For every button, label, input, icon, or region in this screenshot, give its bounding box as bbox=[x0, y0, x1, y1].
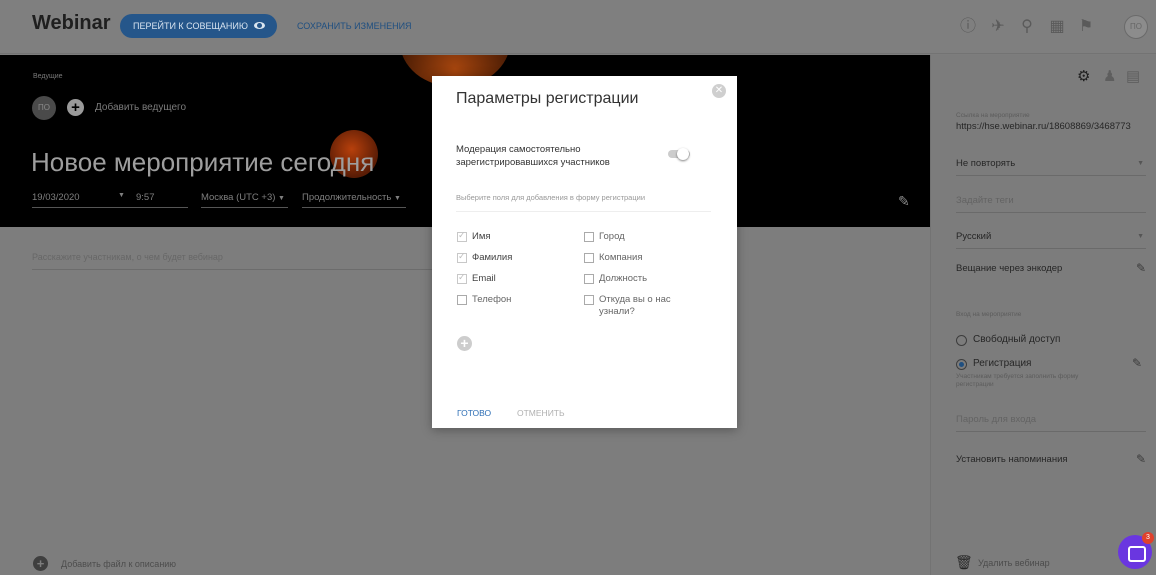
checkbox-label: Email bbox=[472, 273, 496, 284]
alert-icon[interactable]: ⓘ bbox=[957, 16, 979, 38]
checkbox[interactable] bbox=[457, 251, 467, 263]
add-host-link[interactable]: Добавить ведущего bbox=[95, 102, 186, 113]
registration-hint: Участникам требуется заполнить форму рег… bbox=[956, 373, 1079, 388]
reminders-setting[interactable]: Установить напоминания ✎ bbox=[956, 452, 1146, 471]
moderation-toggle[interactable] bbox=[668, 148, 690, 160]
edit-icon[interactable]: ✎ bbox=[1136, 261, 1146, 275]
save-changes-link[interactable]: СОХРАНИТЬ ИЗМЕНЕНИЯ bbox=[297, 21, 412, 31]
checkbox-label: Компания bbox=[599, 252, 643, 263]
language-select[interactable]: Русский ▼ bbox=[956, 231, 1146, 249]
description-input[interactable]: Расскажите участникам, о чем будет вебин… bbox=[32, 252, 452, 270]
checkbox-label: Телефон bbox=[472, 294, 512, 305]
access-free-label[interactable]: Свободный доступ bbox=[973, 334, 1060, 345]
rocket-icon[interactable]: ✈ bbox=[987, 16, 1009, 38]
moderation-label: Модерация самостоятельно зарегистрировав… bbox=[456, 144, 610, 168]
repeat-value: Не повторять bbox=[956, 158, 1016, 169]
person-icon[interactable]: ♟ bbox=[1103, 67, 1116, 85]
duration-label: Продолжительность bbox=[302, 192, 392, 203]
edit-icon[interactable]: ✎ bbox=[1136, 452, 1146, 466]
event-link[interactable]: https://hse.webinar.ru/18608869/3468773 bbox=[956, 121, 1131, 132]
cancel-button[interactable]: ОТМЕНИТЬ bbox=[517, 408, 565, 418]
field-checkbox-phone[interactable]: Телефон bbox=[457, 294, 511, 305]
delete-webinar-link[interactable]: Удалить вебинар bbox=[978, 558, 1050, 568]
field-checkbox-city[interactable]: Город bbox=[584, 231, 625, 242]
event-title[interactable]: Новое мероприятие сегодня bbox=[31, 147, 374, 178]
gear-icon[interactable]: ⚙ bbox=[1077, 67, 1090, 85]
add-host-icon[interactable]: + bbox=[67, 99, 84, 116]
encoder-label: Вещание через энкодер bbox=[956, 263, 1063, 274]
checkbox[interactable] bbox=[584, 295, 594, 305]
add-field-icon[interactable]: + bbox=[457, 336, 472, 351]
host-avatar[interactable]: ПО bbox=[32, 96, 56, 120]
language-value: Русский bbox=[956, 231, 992, 242]
checkbox-label: Имя bbox=[472, 231, 491, 242]
repeat-select[interactable]: Не повторять ▼ bbox=[956, 158, 1146, 176]
eye-icon bbox=[254, 22, 265, 29]
chat-badge: 3 bbox=[1142, 532, 1154, 544]
reminders-label: Установить напоминания bbox=[956, 454, 1068, 465]
add-file-link[interactable]: Добавить файл к описанию bbox=[61, 559, 176, 569]
search-icon[interactable]: ⚲ bbox=[1016, 16, 1038, 38]
access-free-radio[interactable] bbox=[956, 335, 967, 346]
field-checkbox-company[interactable]: Компания bbox=[584, 252, 642, 263]
edit-registration-icon[interactable]: ✎ bbox=[1132, 356, 1142, 370]
checkbox[interactable] bbox=[584, 232, 594, 242]
date-value: 19/03/2020 bbox=[32, 192, 80, 203]
registration-dialog: Параметры регистрации ✕ Модерация самост… bbox=[432, 76, 737, 428]
checkbox[interactable] bbox=[584, 253, 594, 263]
settings-panel: ⚙ ♟ ▤ Ссылка на мероприятие https://hse.… bbox=[930, 55, 1156, 575]
checkbox[interactable] bbox=[457, 272, 467, 284]
hosts-label: Ведущие bbox=[33, 73, 63, 80]
time-value: 9:57 bbox=[136, 192, 155, 203]
field-checkbox-position[interactable]: Должность bbox=[584, 273, 647, 284]
timezone-select[interactable]: Москва (UTC +3) ▼ bbox=[201, 192, 288, 208]
checkbox[interactable] bbox=[584, 274, 594, 284]
user-avatar[interactable]: ПО bbox=[1124, 15, 1148, 39]
chevron-down-icon: ▼ bbox=[1137, 233, 1144, 240]
access-registration-radio[interactable] bbox=[956, 359, 967, 370]
access-label: Вход на мероприятие bbox=[956, 311, 1022, 318]
trash-icon[interactable]: 🗑 bbox=[955, 554, 973, 571]
checkbox[interactable] bbox=[457, 230, 467, 242]
add-file-icon[interactable]: + bbox=[33, 556, 48, 571]
chevron-down-icon: ▼ bbox=[393, 195, 401, 202]
chevron-down-icon: ▼ bbox=[118, 192, 125, 199]
done-button[interactable]: ГОТОВО bbox=[457, 408, 491, 418]
go-to-meeting-label: ПЕРЕЙТИ К СОВЕЩАНИЮ bbox=[133, 21, 248, 31]
date-field[interactable]: 19/03/2020 ▼ 9:57 bbox=[32, 192, 188, 208]
chevron-down-icon: ▼ bbox=[278, 195, 285, 202]
encoder-setting[interactable]: Вещание через энкодер ✎ bbox=[956, 261, 1146, 280]
password-input[interactable]: Пароль для входа bbox=[956, 414, 1146, 432]
duration-select[interactable]: Продолжительность ▼ bbox=[302, 192, 406, 208]
dialog-title: Параметры регистрации bbox=[456, 90, 639, 107]
field-checkbox-email[interactable]: Email bbox=[457, 272, 496, 284]
tags-input[interactable]: Задайте теги bbox=[956, 195, 1146, 213]
event-link-label: Ссылка на мероприятие bbox=[956, 112, 1030, 119]
fields-hint: Выберите поля для добавления в форму рег… bbox=[456, 193, 711, 212]
checkbox-label: Откуда вы о нас узнали? bbox=[599, 294, 671, 317]
field-checkbox-first-name[interactable]: Имя bbox=[457, 230, 491, 242]
checkbox-label: Фамилия bbox=[472, 252, 513, 263]
edit-cover-icon[interactable]: ✎ bbox=[898, 193, 910, 210]
checkbox-label: Должность bbox=[599, 273, 648, 284]
chevron-down-icon: ▼ bbox=[1137, 160, 1144, 167]
go-to-meeting-button[interactable]: ПЕРЕЙТИ К СОВЕЩАНИЮ bbox=[120, 14, 277, 38]
document-icon[interactable]: ▤ bbox=[1126, 67, 1140, 85]
apps-grid-icon[interactable]: ▦ bbox=[1046, 16, 1068, 38]
field-checkbox-last-name[interactable]: Фамилия bbox=[457, 251, 513, 263]
field-checkbox-source[interactable]: Откуда вы о нас узнали? bbox=[584, 294, 694, 318]
top-bar: Webinar ПЕРЕЙТИ К СОВЕЩАНИЮ СОХРАНИТЬ ИЗ… bbox=[0, 0, 1156, 54]
access-registration-label[interactable]: Регистрация bbox=[973, 358, 1031, 369]
checkbox[interactable] bbox=[457, 295, 467, 305]
brand-logo[interactable]: Webinar bbox=[32, 12, 111, 35]
close-icon[interactable]: ✕ bbox=[712, 84, 726, 98]
timezone-value: Москва (UTC +3) bbox=[201, 192, 276, 203]
checkbox-label: Город bbox=[599, 231, 625, 242]
flag-icon[interactable]: ⚑ bbox=[1075, 16, 1097, 38]
